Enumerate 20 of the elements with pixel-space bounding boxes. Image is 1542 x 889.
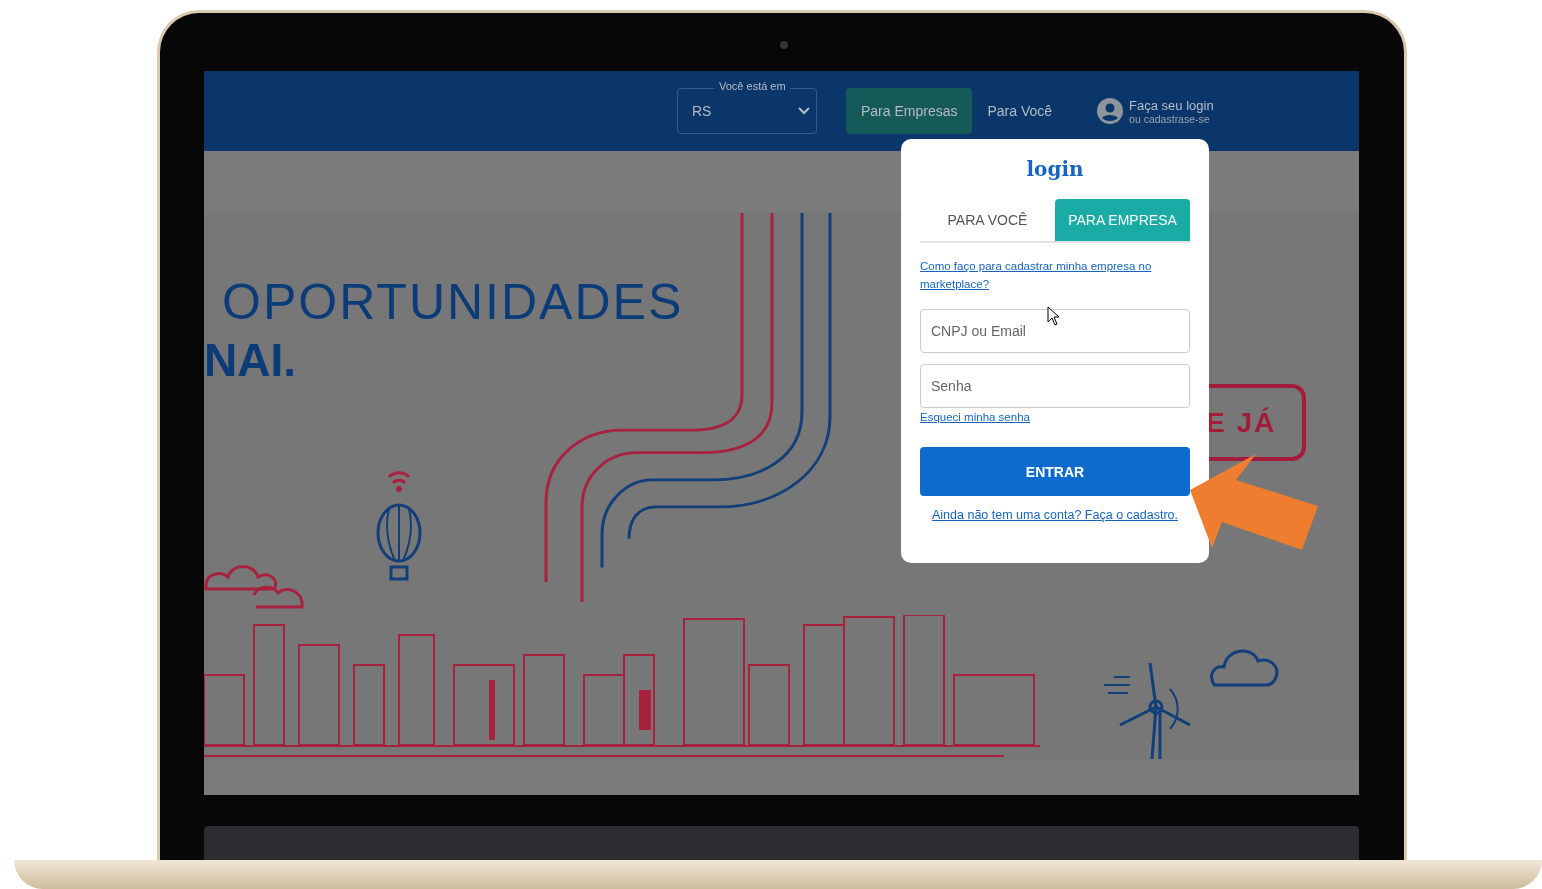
select-label: Você está em bbox=[715, 80, 790, 92]
nav-tab[interactable]: Para Você bbox=[972, 88, 1068, 134]
cursor-icon bbox=[1047, 306, 1060, 326]
login-link[interactable]: Faça seu login bbox=[1129, 97, 1214, 113]
user-icon bbox=[1097, 98, 1124, 124]
input-field[interactable]: Senha bbox=[920, 364, 1190, 408]
hero-headline: OPORTUNIDADES bbox=[222, 273, 684, 331]
chevron-down-icon bbox=[798, 107, 810, 115]
signup-link[interactable]: Ainda não tem uma conta? Faça o cadastro. bbox=[932, 506, 1178, 524]
forgot-password-link[interactable]: Esqueci minha senha bbox=[920, 408, 1030, 426]
arrow-icon bbox=[1190, 452, 1318, 550]
signup-subtitle: ou cadastrase-se bbox=[1129, 112, 1210, 125]
help-link[interactable]: Como faço para cadastrar minha empresa no marketplace? bbox=[920, 257, 1190, 293]
nav-tab[interactable]: Para Empresas bbox=[846, 88, 973, 134]
hero-headline: NAI. bbox=[204, 333, 296, 387]
select-value: RS bbox=[692, 103, 712, 119]
login-title: login bbox=[1026, 157, 1084, 181]
input-field[interactable]: CNPJ ou Email bbox=[920, 309, 1190, 353]
submit-button[interactable]: ENTRAR bbox=[920, 447, 1190, 496]
camera-icon bbox=[780, 41, 788, 49]
